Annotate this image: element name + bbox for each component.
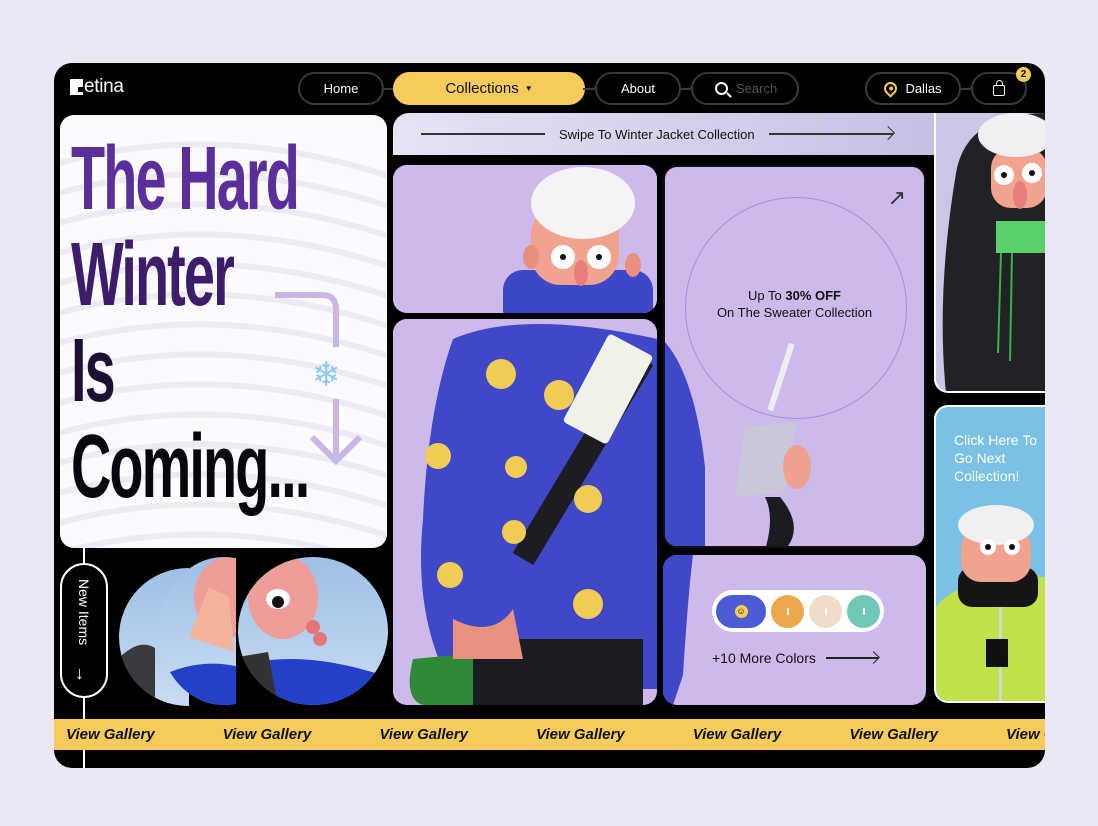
- color-swatches: ☺: [712, 590, 884, 632]
- view-gallery-link[interactable]: View Gallery: [536, 726, 625, 743]
- view-gallery-link[interactable]: View Gallery: [379, 726, 468, 743]
- winter-jacket-preview[interactable]: [934, 113, 1045, 393]
- logo-mark-icon: [70, 79, 83, 95]
- snowflake-icon: ❄: [312, 356, 341, 394]
- swipe-line-left: [421, 133, 545, 135]
- swatch-orange[interactable]: [771, 594, 804, 628]
- cart-button[interactable]: 2: [971, 67, 1031, 105]
- headline-line-1: The Hard: [71, 129, 300, 229]
- brand-name: etina: [84, 76, 124, 97]
- offer-discount: 30% OFF: [785, 288, 841, 303]
- caret-down-icon: ▼: [524, 84, 533, 93]
- view-gallery-link[interactable]: View Gallery: [693, 726, 782, 743]
- swatch-button-icon: [786, 607, 789, 615]
- view-gallery-link[interactable]: View Gallery: [54, 726, 155, 743]
- offer-subtitle: On The Sweater Collection: [716, 305, 873, 320]
- view-gallery-link[interactable]: View Gallery: [1006, 726, 1045, 743]
- new-items-button[interactable]: New Items ↓: [60, 563, 108, 698]
- offer-text: Up To 30% OFF On The Sweater Collection: [665, 287, 924, 321]
- product-image-head[interactable]: [393, 165, 657, 313]
- cart-count-badge: 2: [1016, 67, 1031, 82]
- search-placeholder: Search: [736, 81, 778, 96]
- location-pin-icon: [881, 79, 901, 98]
- sweater-character-image: [393, 319, 657, 705]
- view-gallery-link[interactable]: View Gallery: [223, 726, 312, 743]
- search-input[interactable]: Search: [691, 72, 799, 105]
- more-colors-link[interactable]: +10 More Colors: [712, 650, 878, 666]
- nav-collections-label: Collections: [445, 80, 519, 97]
- hero-headline: The Hard Winter Is Coming...: [71, 129, 310, 517]
- nav-home[interactable]: Home: [298, 72, 384, 105]
- offer-prefix: Up To: [748, 288, 786, 303]
- shopping-bag-icon: [993, 79, 1005, 96]
- swatch-button-icon: [862, 607, 865, 615]
- swatch-teal[interactable]: [847, 594, 880, 628]
- nav-home-label: Home: [323, 81, 359, 96]
- smiley-icon: ☺: [734, 604, 748, 618]
- next-collection-text: Click Here To Go Next Collection!: [954, 432, 1037, 484]
- headline-line-2: Winter: [71, 225, 235, 325]
- color-options-card: ☺ +10 More Colors: [663, 555, 926, 705]
- swatch-button-icon: [824, 607, 827, 615]
- character-thumbnail-image: [238, 557, 388, 705]
- swipe-label: Swipe To Winter Jacket Collection: [559, 126, 755, 142]
- arrow-down-icon: ↓: [75, 663, 84, 683]
- new-item-thumbnail[interactable]: [238, 557, 388, 705]
- new-items-label: New Items: [76, 579, 92, 646]
- view-gallery-marquee[interactable]: View Gallery View Gallery View Gallery V…: [54, 719, 1045, 750]
- jacket-character-image: [942, 113, 1045, 391]
- arrow-up-right-icon[interactable]: ↗: [888, 185, 906, 211]
- app-frame: etina Home Collections ▼ About Search Da…: [54, 63, 1045, 768]
- headline-line-3: Is: [71, 321, 116, 421]
- nav-about-label: About: [621, 81, 655, 96]
- location-button[interactable]: Dallas: [865, 72, 961, 105]
- swipe-bar[interactable]: Swipe To Winter Jacket Collection: [393, 113, 953, 155]
- arrow-right-icon: [768, 126, 895, 141]
- offer-card[interactable]: ↗ Up To 30% OFF On The Sweater Collectio…: [663, 165, 926, 548]
- headline-line-4: Coming...: [71, 417, 310, 517]
- hero-card: The Hard Winter Is Coming... ❄: [60, 115, 387, 548]
- swatch-blue[interactable]: ☺: [716, 594, 766, 628]
- character-head-image: [393, 165, 657, 313]
- view-gallery-link[interactable]: View Gallery: [849, 726, 938, 743]
- search-icon: [715, 82, 728, 95]
- arrow-right-icon: [825, 657, 878, 659]
- connector-line: [83, 548, 85, 564]
- nav-about[interactable]: About: [595, 72, 681, 105]
- product-image-sweater[interactable]: [393, 319, 657, 705]
- location-label: Dallas: [905, 81, 942, 96]
- next-collection-card[interactable]: Click Here To Go Next Collection!: [934, 405, 1045, 703]
- more-colors-label: +10 More Colors: [712, 650, 816, 666]
- nav-collections[interactable]: Collections ▼: [393, 72, 585, 105]
- brand-logo[interactable]: etina: [70, 76, 124, 98]
- swatch-beige[interactable]: [809, 594, 842, 628]
